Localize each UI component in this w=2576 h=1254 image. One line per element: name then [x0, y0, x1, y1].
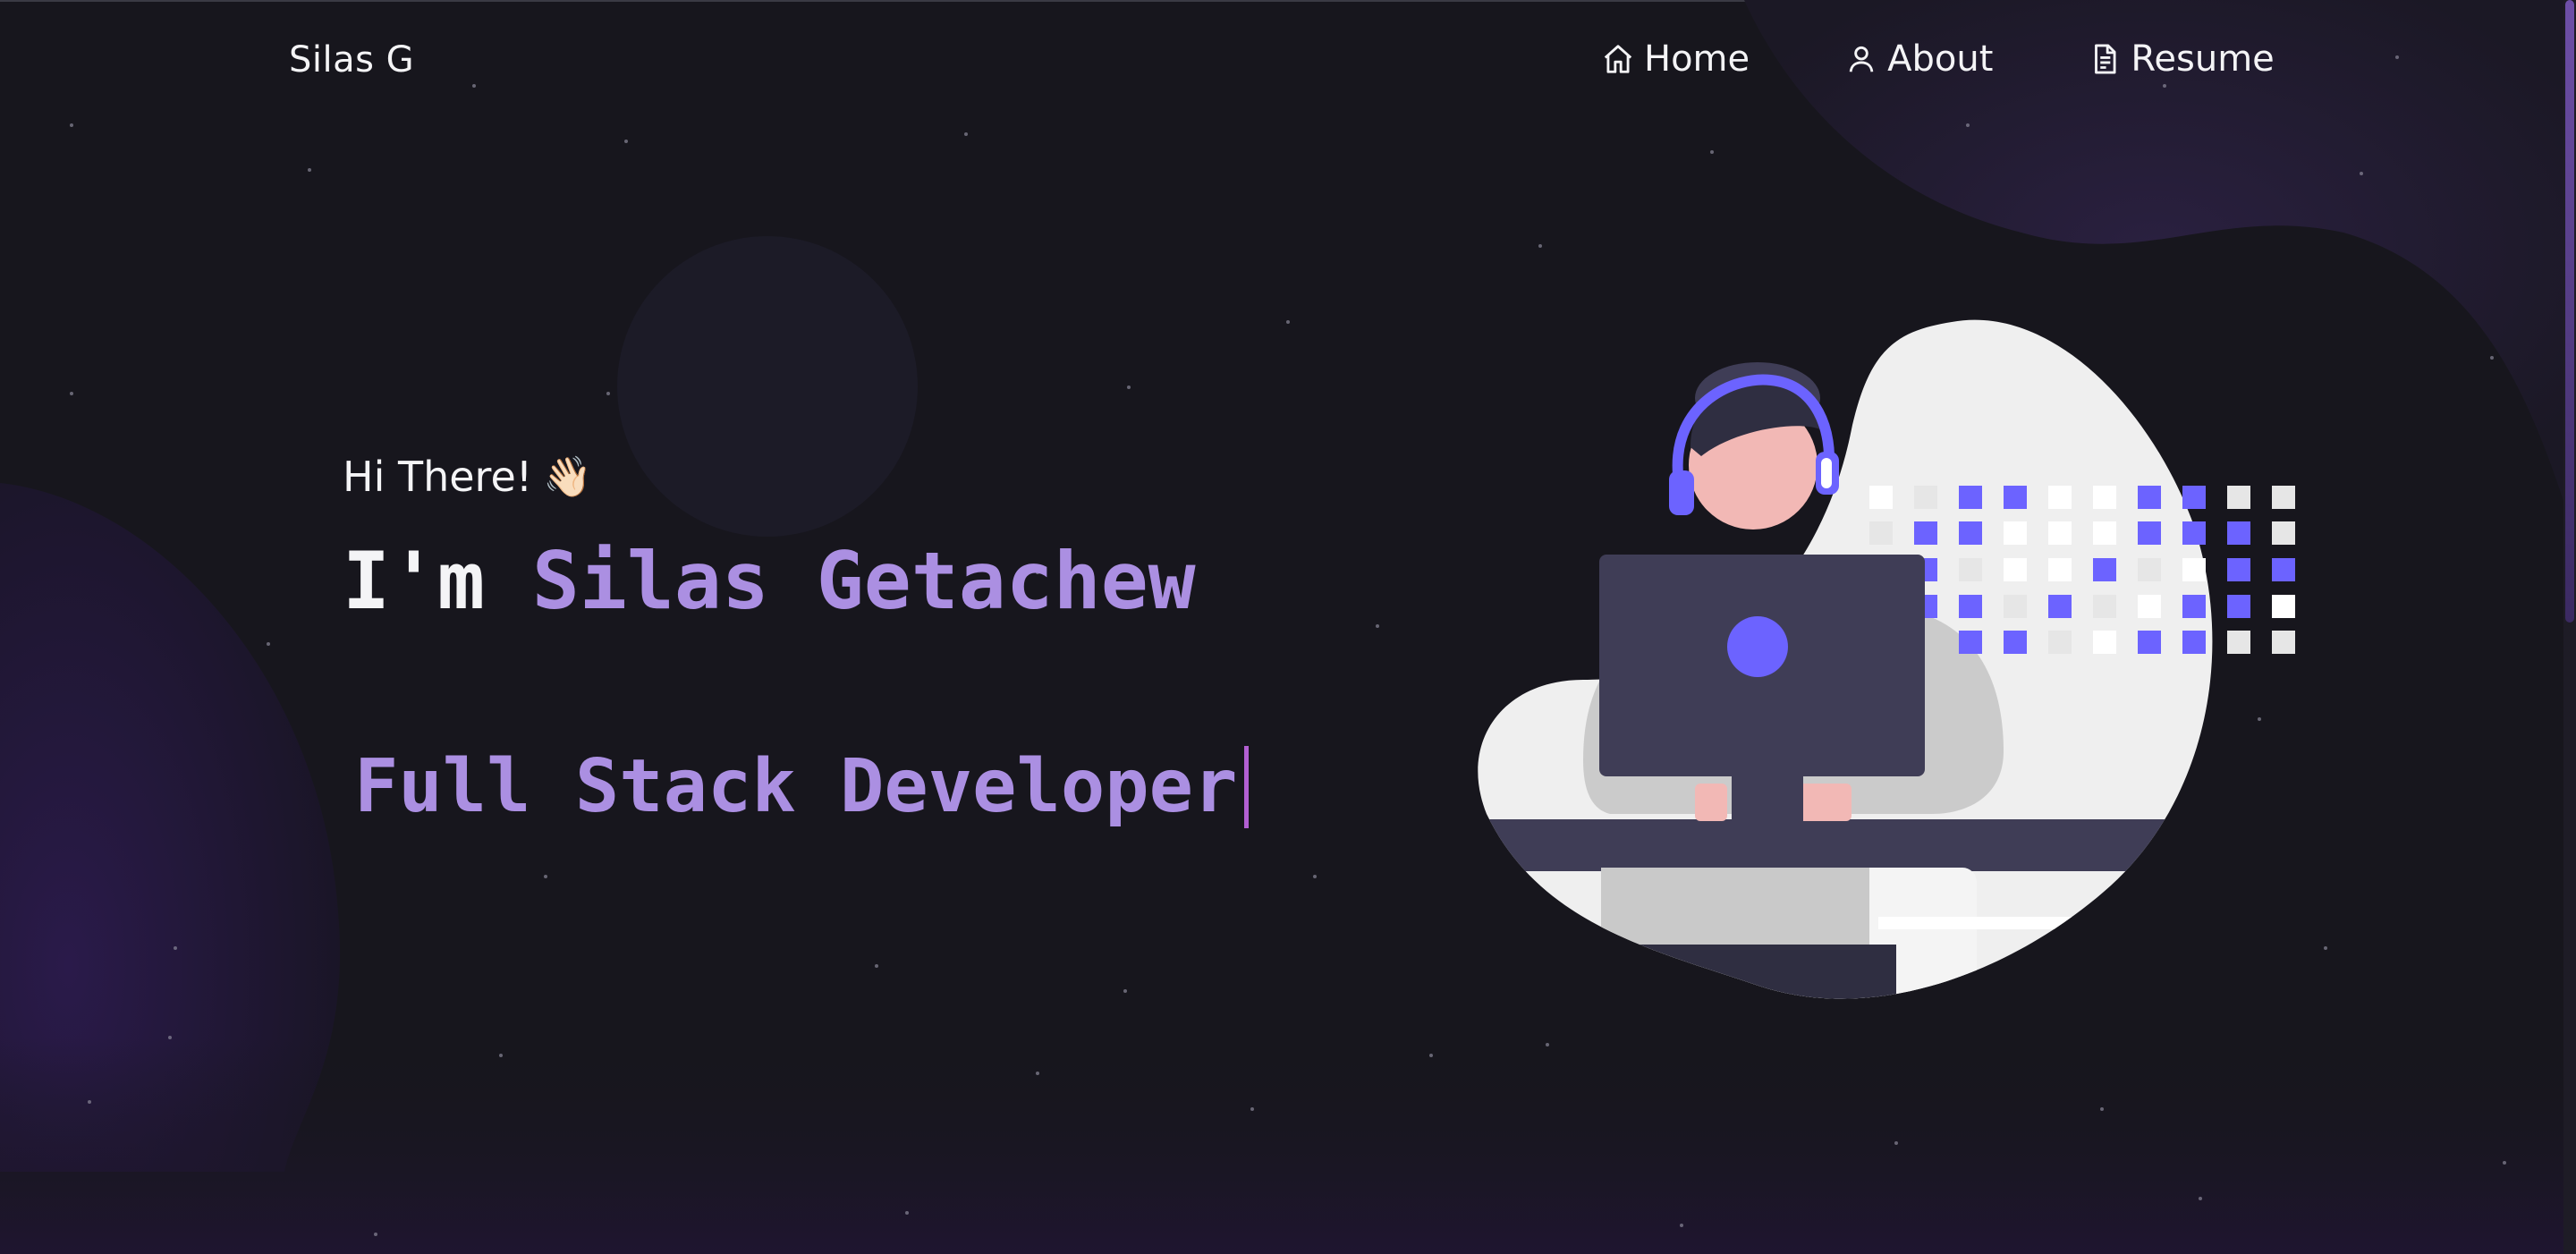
user-icon [1849, 46, 1874, 72]
nav-about-label: About [1887, 38, 1994, 80]
nav-home[interactable]: Home [1601, 38, 1750, 80]
hero-name: Silas Getachew [531, 535, 1196, 627]
nav-resume-label: Resume [2131, 38, 2275, 80]
name-prefix: I'm [343, 535, 532, 627]
nav-about[interactable]: About [1844, 38, 1993, 80]
page: Silas G Home About Resume Hi There! 👋🏻 I… [0, 0, 2576, 1254]
person-head [1669, 362, 1839, 530]
scrollbar-thumb[interactable] [2565, 0, 2574, 623]
greeting: Hi There! 👋🏻 [343, 453, 592, 501]
main-nav: Home About Resume [1601, 34, 2275, 84]
home-icon [1604, 45, 1632, 73]
nav-resume[interactable]: Resume [2088, 38, 2275, 80]
brand-logo[interactable]: Silas G [289, 39, 414, 80]
page-scrollbar[interactable] [2563, 0, 2576, 1254]
typewriter-role: Full Stack Developer [354, 744, 1250, 829]
waving-hand-icon: 👋🏻 [543, 454, 592, 500]
typing-cursor [1244, 745, 1250, 828]
greeting-text: Hi There! [343, 453, 533, 501]
role-text: Full Stack Developer [354, 744, 1238, 829]
nav-home-label: Home [1644, 38, 1750, 80]
developer-illustration [1478, 319, 2295, 999]
document-icon [2095, 44, 2116, 74]
hero-title: I'm Silas Getachew [343, 535, 1196, 627]
